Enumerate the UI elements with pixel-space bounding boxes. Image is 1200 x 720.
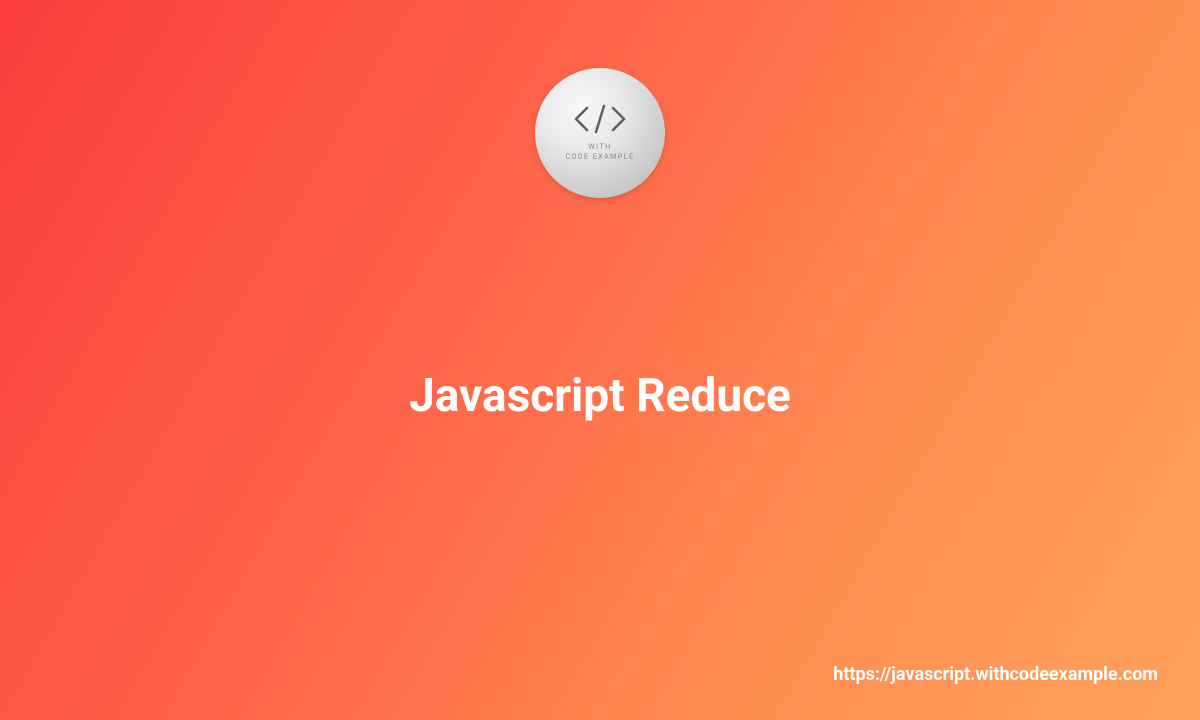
page-title: Javascript Reduce: [409, 369, 791, 423]
logo-text: WITH CODE EXAMPLE: [566, 142, 635, 163]
logo-circle: WITH CODE EXAMPLE: [535, 68, 665, 198]
logo-text-line2: CODE EXAMPLE: [566, 152, 635, 163]
logo-container: WITH CODE EXAMPLE: [535, 68, 665, 198]
code-slash-icon: [573, 104, 627, 134]
logo-text-line1: WITH: [566, 142, 635, 153]
site-url: https://javascript.withcodeexample.com: [833, 664, 1158, 685]
